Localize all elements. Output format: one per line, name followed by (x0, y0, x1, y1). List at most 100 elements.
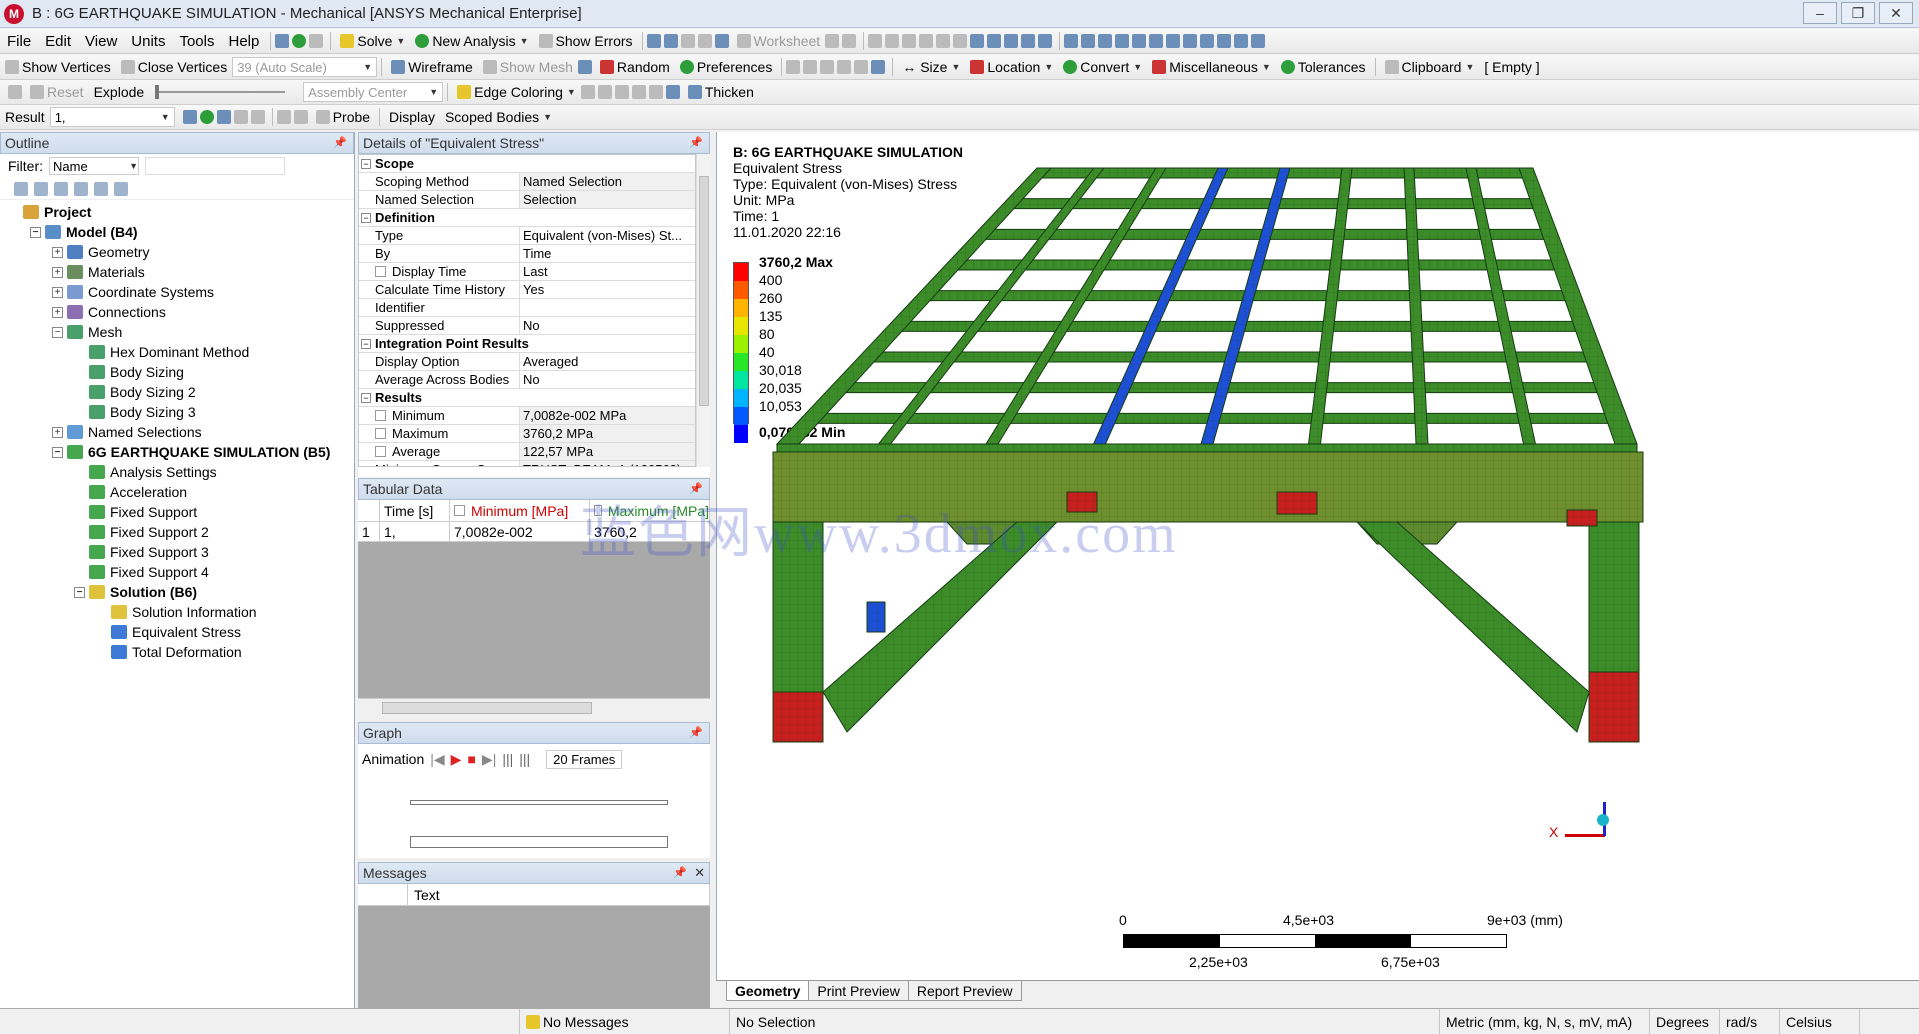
location-button[interactable]: Location ▼ (965, 56, 1058, 78)
details-value[interactable]: No (520, 317, 695, 334)
pen-icon[interactable] (665, 85, 680, 99)
pin-icon[interactable] (8, 85, 22, 99)
explode-slider[interactable] (155, 85, 286, 99)
check-icon[interactable] (292, 34, 307, 48)
insert-image-icon[interactable] (663, 34, 678, 48)
tree-node[interactable]: + Connections (0, 302, 354, 322)
details-row[interactable]: Minimum 7,0082e-002 MPa (359, 407, 695, 425)
magnifier-icon[interactable] (1149, 34, 1164, 48)
tree-node[interactable]: Acceleration (0, 482, 354, 502)
details-row[interactable]: Minimum Occurs On TRUST_BEAM_A (130563) (359, 461, 695, 466)
tree-node[interactable]: − 6G EARTHQUAKE SIMULATION (B5) (0, 442, 354, 462)
tabular-header-time[interactable]: Time [s] (380, 500, 450, 521)
details-row[interactable]: Average Across Bodies No (359, 371, 695, 389)
filter-input[interactable] (145, 157, 285, 175)
select-vertex-icon[interactable] (885, 34, 900, 48)
details-group[interactable]: − Definition (359, 209, 695, 227)
details-row[interactable]: Type Equivalent (von-Mises) St... (359, 227, 695, 245)
details-value[interactable]: 7,0082e-002 MPa (520, 407, 695, 424)
expand-icon[interactable]: + (52, 306, 63, 318)
status-rate[interactable]: rad/s (1720, 1008, 1780, 1034)
details-row[interactable]: Maximum 3760,2 MPa (359, 425, 695, 443)
close-vertices-button[interactable]: Close Vertices (116, 56, 232, 78)
tree-node[interactable]: − Solution (B6) (0, 582, 354, 602)
pan-icon[interactable] (1081, 34, 1096, 48)
collapse-icon[interactable]: − (74, 586, 85, 598)
sort-icon[interactable] (114, 181, 128, 196)
graphics-viewport[interactable]: B: 6G EARTHQUAKE SIMULATION Equivalent S… (716, 132, 1919, 980)
details-row[interactable]: Named Selection Selection (359, 191, 695, 209)
details-value[interactable]: Time (520, 245, 695, 262)
tab-geometry[interactable]: Geometry (726, 981, 810, 1001)
tree-node[interactable]: − Mesh (0, 322, 354, 342)
restore-button[interactable]: ❐ (1841, 2, 1875, 24)
menu-help[interactable]: Help (222, 33, 267, 50)
tree-node[interactable]: + Geometry (0, 242, 354, 262)
tabular-header-minimum[interactable]: Minimum [MPa] (450, 500, 590, 521)
stop-icon[interactable]: ■ (467, 751, 475, 767)
pin-icon[interactable]: 📌 (689, 136, 703, 149)
new-analysis-button[interactable]: New Analysis ▼ (410, 30, 533, 52)
zoom-box-icon[interactable] (1115, 34, 1130, 48)
insert-annotation-icon[interactable] (697, 34, 712, 48)
tree-node[interactable]: Equivalent Stress (0, 622, 354, 642)
probe-button[interactable]: Probe (311, 106, 375, 128)
iso-view-icon[interactable] (1234, 34, 1249, 48)
details-value[interactable]: Named Selection (520, 173, 695, 190)
reset-button[interactable]: Reset (25, 81, 89, 103)
table-row[interactable]: 1 1, 7,0082e-002 3760,2 (358, 522, 710, 542)
next-view-icon[interactable] (1217, 34, 1232, 48)
expand-icon[interactable]: + (52, 246, 63, 258)
tree-node[interactable]: Body Sizing 2 (0, 382, 354, 402)
edge-coloring-button[interactable]: Edge Coloring ▼ (452, 81, 581, 103)
previous-view-icon[interactable] (1200, 34, 1215, 48)
filter-select[interactable]: Name ▼ (49, 157, 139, 175)
expand-icon[interactable]: + (52, 266, 63, 278)
select-body-icon[interactable] (953, 34, 968, 48)
checkbox[interactable] (454, 505, 465, 516)
select-edge-icon[interactable] (902, 34, 917, 48)
expand-icon[interactable]: + (52, 426, 63, 438)
insert-table-icon[interactable] (680, 34, 695, 48)
details-row[interactable]: Suppressed No (359, 317, 695, 335)
extend-selection-icon[interactable] (1004, 34, 1019, 48)
details-row[interactable]: Display Option Averaged (359, 353, 695, 371)
menu-file[interactable]: File (0, 33, 38, 50)
edge-style-icon[interactable] (580, 85, 595, 99)
distributed-frames-icon[interactable]: ||| (502, 751, 513, 767)
details-value[interactable]: Equivalent (von-Mises) St... (520, 227, 695, 244)
edge-style-icon[interactable] (631, 85, 646, 99)
cube-icon[interactable] (871, 60, 886, 74)
tree-node[interactable]: Hex Dominant Method (0, 342, 354, 362)
details-group[interactable]: − Scope (359, 155, 695, 173)
size-button[interactable]: ↔ Size ▼ (897, 56, 965, 78)
collapse-icon[interactable] (34, 181, 48, 196)
details-value[interactable] (520, 299, 695, 316)
clipboard-button[interactable]: Clipboard ▼ (1380, 56, 1480, 78)
tree-node[interactable]: − Model (B4) (0, 222, 354, 242)
auto-scale-select[interactable]: 39 (Auto Scale) ▼ (232, 57, 378, 77)
close-button[interactable]: ✕ (1879, 2, 1913, 24)
expand-icon[interactable]: + (52, 286, 63, 298)
previous-frame-icon[interactable]: |◀ (430, 751, 444, 768)
checkbox[interactable] (375, 410, 386, 421)
edges-icon[interactable] (216, 110, 231, 124)
select-element-icon[interactable] (987, 34, 1002, 48)
pin-icon[interactable]: 📌 (689, 726, 703, 739)
details-group[interactable]: − Integration Point Results (359, 335, 695, 353)
checkbox[interactable] (375, 446, 386, 457)
play-icon[interactable]: ▶ (451, 751, 462, 768)
convert-button[interactable]: Convert ▼ (1058, 56, 1147, 78)
axes-icon[interactable] (577, 60, 592, 74)
tree-node[interactable]: Fixed Support (0, 502, 354, 522)
status-units[interactable]: Metric (mm, kg, N, s, mV, mA) (1440, 1008, 1650, 1034)
tree-node[interactable]: + Named Selections (0, 422, 354, 442)
checkbox[interactable] (375, 428, 386, 439)
tag-icon[interactable] (842, 34, 857, 48)
details-value[interactable]: Averaged (520, 353, 695, 370)
result-frames-icon[interactable]: ||| (519, 751, 530, 767)
max-min-icon[interactable] (233, 110, 248, 124)
slider-handle[interactable] (155, 85, 160, 99)
details-value[interactable]: 3760,2 MPa (520, 425, 695, 442)
menu-units[interactable]: Units (124, 33, 172, 50)
